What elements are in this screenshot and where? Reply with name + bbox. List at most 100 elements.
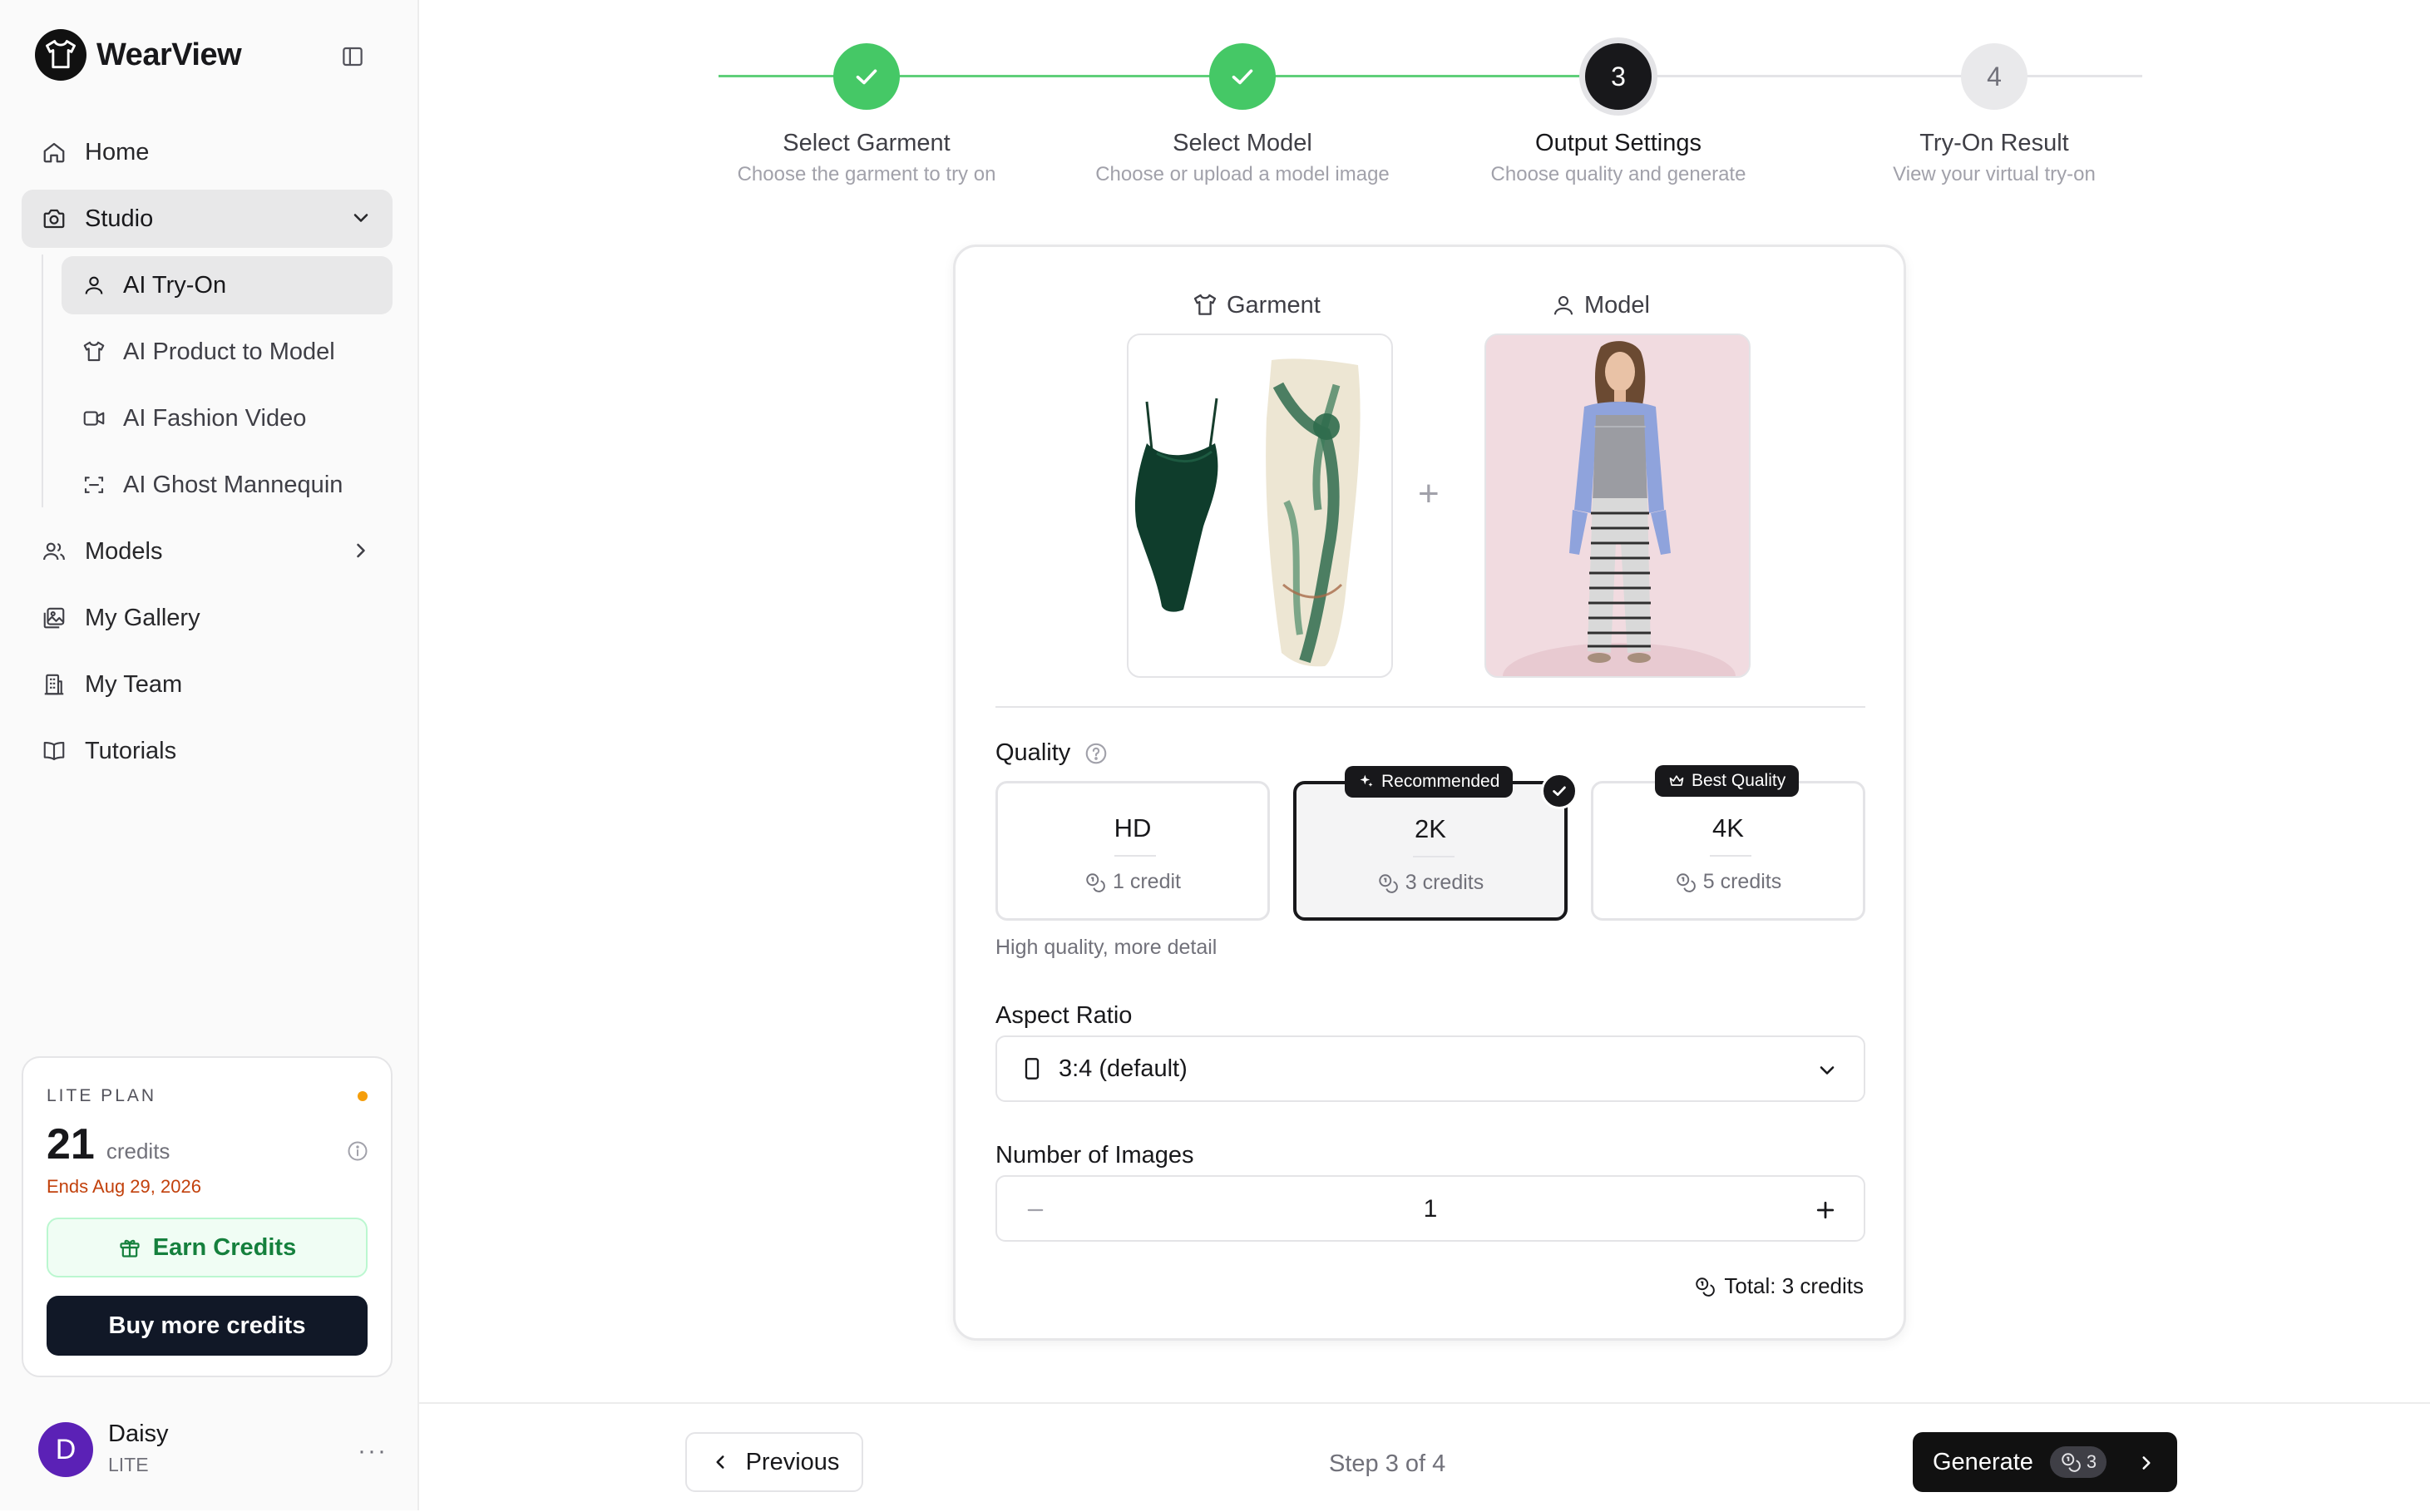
section-divider <box>995 706 1865 708</box>
sidebar-item-ai-ghost-mannequin[interactable]: AI Ghost Mannequin <box>62 456 393 514</box>
info-icon[interactable] <box>346 1139 369 1163</box>
sidebar-item-label: Home <box>85 138 150 166</box>
sidebar-item-label: AI Ghost Mannequin <box>123 471 343 498</box>
aspect-ratio-select[interactable]: 3:4 (default) <box>995 1035 1865 1102</box>
chevron-right-icon <box>2136 1452 2157 1474</box>
sidebar-item-ai-product-to-model[interactable]: AI Product to Model <box>62 323 393 381</box>
selected-check-icon <box>1541 773 1578 809</box>
crown-icon <box>1668 773 1685 789</box>
gallery-icon <box>40 604 68 632</box>
chevron-down-icon <box>1815 1059 1839 1082</box>
image-count-stepper: 1 <box>995 1175 1865 1242</box>
quality-option-hd[interactable]: HD 1 credit <box>995 781 1270 921</box>
check-icon <box>856 69 877 85</box>
model-label: Model <box>1551 289 1650 322</box>
shirt-icon <box>80 338 108 366</box>
increment-button[interactable] <box>1809 1193 1842 1227</box>
sidebar-collapse-button[interactable] <box>336 42 369 72</box>
submenu-rail <box>42 254 43 507</box>
home-icon <box>40 138 68 166</box>
user-name: Daisy <box>108 1421 169 1447</box>
output-settings-card: Garment Model + Quality HD 1 credit Reco… <box>953 245 1906 1341</box>
garment-image[interactable] <box>1127 334 1393 678</box>
sidebar-item-models[interactable]: Models <box>22 522 393 581</box>
quality-option-4k[interactable]: Best Quality 4K 5 credits <box>1591 765 1865 921</box>
plan-status-dot <box>358 1091 368 1101</box>
step-4-indicator: 4 <box>1961 43 2027 110</box>
quality-option-2k[interactable]: Recommended 2K 3 credits <box>1293 766 1578 921</box>
step-3-indicator: 3 <box>1585 43 1652 110</box>
plan-card: LITE PLAN 21 credits Ends Aug 29, 2026 E… <box>22 1056 393 1377</box>
step-2-indicator[interactable] <box>1209 43 1276 110</box>
sidebar-item-ai-try-on[interactable]: AI Try-On <box>62 256 393 314</box>
book-icon <box>40 737 68 765</box>
building-icon <box>40 670 68 699</box>
step-1-indicator[interactable] <box>833 43 900 110</box>
sidebar-item-ai-fashion-video[interactable]: AI Fashion Video <box>62 389 393 447</box>
buy-more-credits-button[interactable]: Buy more credits <box>47 1296 368 1356</box>
plan-label: LITE PLAN <box>47 1086 157 1105</box>
earn-credits-button[interactable]: Earn Credits <box>47 1218 368 1277</box>
sidebar-item-label: AI Product to Model <box>123 338 335 365</box>
coins-icon <box>2060 1451 2082 1473</box>
image-count-value[interactable]: 1 <box>997 1195 1864 1223</box>
sidebar-item-studio[interactable]: Studio <box>22 190 393 248</box>
sidebar-item-my-team[interactable]: My Team <box>22 655 393 714</box>
garment-label: Garment <box>1192 289 1321 322</box>
plus-icon: + <box>1418 473 1440 514</box>
previous-button[interactable]: Previous <box>685 1432 863 1492</box>
step-3-subtitle: Choose quality and generate <box>1490 163 1746 185</box>
credit-unit: credits <box>106 1139 170 1164</box>
coins-icon <box>1377 872 1399 894</box>
users-icon <box>40 537 68 566</box>
step-counter: Step 3 of 4 <box>1329 1450 1446 1477</box>
chevron-right-icon <box>349 539 373 562</box>
chevron-left-icon <box>709 1451 731 1473</box>
sidebar-item-tutorials[interactable]: Tutorials <box>22 722 393 780</box>
brand-name: WearView <box>96 37 242 72</box>
recommended-badge: Recommended <box>1345 766 1514 798</box>
plan-end-date: Ends Aug 29, 2026 <box>47 1176 201 1197</box>
video-icon <box>80 404 108 432</box>
sparkles-icon <box>1358 773 1375 790</box>
best-quality-badge: Best Quality <box>1655 765 1800 797</box>
model-image[interactable] <box>1484 334 1751 678</box>
quality-name: 2K <box>1415 814 1446 843</box>
sidebar-item-label: AI Fashion Video <box>123 404 307 432</box>
step-4-title: Try-On Result <box>1919 130 2069 156</box>
credit-count: 21 <box>47 1120 95 1169</box>
sidebar-item-home[interactable]: Home <box>22 123 393 181</box>
user-icon <box>80 271 108 299</box>
chevron-down-icon <box>349 206 373 230</box>
gift-icon <box>118 1236 141 1259</box>
panel-left-icon <box>343 47 363 67</box>
more-options-icon[interactable]: ··· <box>358 1437 388 1465</box>
quality-cost: 5 credits <box>1593 870 1863 894</box>
total-credits: Total: 3 credits <box>1694 1273 1864 1299</box>
sidebar-item-label: My Gallery <box>85 604 200 631</box>
garment-illustration <box>1134 358 1361 667</box>
user-icon <box>1551 293 1576 318</box>
wizard-footer: Previous Step 3 of 4 Generate 3 <box>419 1402 2430 1512</box>
earn-credits-label: Earn Credits <box>152 1233 297 1261</box>
generate-button[interactable]: Generate 3 <box>1913 1432 2177 1492</box>
option-separator <box>1413 856 1455 857</box>
quality-label: Quality <box>995 739 1109 767</box>
check-icon <box>1232 69 1253 85</box>
help-circle-icon[interactable] <box>1084 741 1109 766</box>
quality-cost: 3 credits <box>1296 871 1564 895</box>
option-separator <box>1114 855 1156 857</box>
step-1-subtitle: Choose the garment to try on <box>737 163 996 185</box>
camera-icon <box>40 205 68 233</box>
option-separator <box>1710 855 1751 857</box>
user-plan: LITE <box>108 1454 149 1475</box>
portrait-frame-icon <box>1022 1057 1042 1080</box>
sidebar-item-my-gallery[interactable]: My Gallery <box>22 589 393 647</box>
step-4-subtitle: View your virtual try-on <box>1893 163 2096 185</box>
user-profile[interactable]: D Daisy LITE ··· <box>38 1419 388 1485</box>
step-connector-pending <box>1653 75 2142 77</box>
scan-icon <box>80 471 108 499</box>
sidebar-item-label: Models <box>85 537 163 565</box>
wearview-logo-icon <box>35 29 86 81</box>
brand[interactable]: WearView <box>35 28 242 82</box>
